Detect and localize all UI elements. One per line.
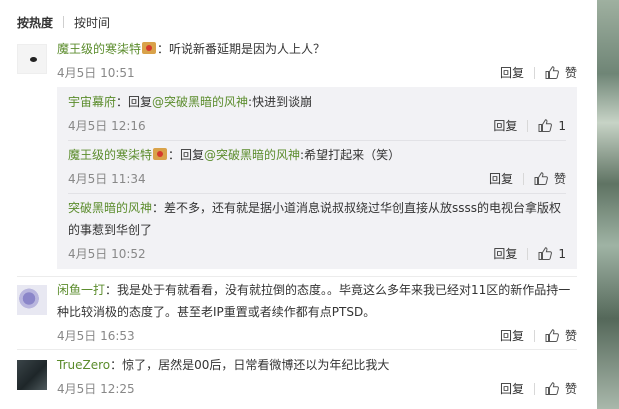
reply-item: 魔王级的寒柒特 ：回复@突破黑暗的风神:希望打起来（笑） 4月5日 11:34 回… (68, 146, 566, 186)
comment-body: TrueZero：惊了，居然是00后，日常看微博还以为年纪比我大 (57, 356, 389, 374)
comment-divider (17, 276, 577, 277)
like-button[interactable]: 赞 (565, 64, 577, 81)
comment-body-line2: 种比较消极的态度了。甚至老IP重置或者续作都有点PTSD。 (57, 303, 375, 321)
username[interactable]: 突破黑暗的风神 (68, 201, 152, 215)
action-divider (533, 382, 535, 395)
reply-text: :快进到谈崩 (248, 95, 313, 109)
action-divider (533, 66, 535, 79)
action-divider (527, 119, 529, 132)
sort-bar: 按热度 按时间 (17, 13, 110, 31)
action-divider (533, 329, 535, 342)
username[interactable]: 闲鱼一打 (57, 283, 105, 297)
comment-body: 魔王级的寒柒特 ：听说新番延期是因为人上人？ (57, 40, 325, 58)
avatar-mark (30, 57, 37, 62)
username[interactable]: 魔王级的寒柒特 (68, 148, 152, 162)
reply-button[interactable]: 回复 (493, 245, 517, 262)
comment-text: ：我是处于有就看看，没有就拉倒的态度。。毕竟这么多年来我已经对11区的新作品持一 (105, 283, 571, 297)
thumbs-up-icon[interactable] (538, 119, 553, 132)
comment-text: ：听说新番延期是因为人上人？ (157, 42, 326, 56)
avatar[interactable] (17, 285, 47, 315)
comment-actions: 回复 赞 (500, 327, 577, 344)
thumbs-up-icon[interactable] (545, 382, 559, 395)
reply-actions: 回复 赞 (489, 170, 566, 187)
reply-actions: 回复 1 (493, 117, 566, 134)
sort-by-hot[interactable]: 按热度 (17, 14, 53, 31)
reply-divider (68, 193, 566, 194)
reply-body: 突破黑暗的风神：差不多，还有就是据小道消息说叔叔绕过华创直接从放ssss的电视台… (68, 199, 561, 217)
reply-actions: 回复 1 (493, 245, 566, 262)
like-button[interactable]: 赞 (554, 170, 566, 187)
reply-button[interactable]: 回复 (500, 64, 524, 81)
like-button[interactable]: 赞 (565, 327, 577, 344)
reply-divider (68, 140, 566, 141)
reply-body: 宇宙幕府：回复@突破黑暗的风神:快进到谈崩 (68, 93, 312, 111)
thumbs-up-icon[interactable] (534, 172, 548, 185)
mention-link[interactable]: @突破黑暗的风神 (204, 148, 300, 162)
reply-list: 宇宙幕府：回复@突破黑暗的风神:快进到谈崩 4月5日 12:16 回复 1 魔王… (57, 87, 577, 269)
background-strip (597, 0, 619, 409)
comment: TrueZero：惊了，居然是00后，日常看微博还以为年纪比我大 4月5日 12… (17, 356, 577, 398)
reply-prefix: ：回复 (168, 148, 205, 162)
reply-body-line2: 的事惹到华创了 (68, 221, 152, 239)
member-badge-icon (142, 42, 157, 54)
avatar[interactable] (17, 44, 47, 74)
username[interactable]: 宇宙幕府 (68, 95, 116, 109)
like-count[interactable]: 1 (558, 247, 566, 261)
timestamp: 4月5日 12:25 (57, 382, 135, 396)
reply-button[interactable]: 回复 (489, 170, 513, 187)
sort-divider (63, 16, 65, 28)
thumbs-up-icon[interactable] (545, 329, 559, 342)
like-count[interactable]: 1 (558, 119, 566, 133)
thumbs-up-icon[interactable] (538, 247, 553, 260)
timestamp: 4月5日 12:16 (68, 119, 146, 133)
reply-item: 突破黑暗的风神：差不多，还有就是据小道消息说叔叔绕过华创直接从放ssss的电视台… (68, 199, 566, 261)
timestamp: 4月5日 11:34 (68, 172, 146, 186)
comment-divider (17, 349, 577, 350)
member-badge-icon (153, 148, 168, 160)
sort-by-time[interactable]: 按时间 (74, 14, 110, 31)
username[interactable]: 魔王级的寒柒特 (57, 42, 141, 56)
reply-prefix: ：回复 (116, 95, 153, 109)
reply-button[interactable]: 回复 (493, 117, 517, 134)
timestamp: 4月5日 10:52 (68, 247, 146, 261)
comment-actions: 回复 赞 (500, 64, 577, 81)
comment: 闲鱼一打：我是处于有就看看，没有就拉倒的态度。。毕竟这么多年来我已经对11区的新… (17, 281, 577, 343)
comment-body: 闲鱼一打：我是处于有就看看，没有就拉倒的态度。。毕竟这么多年来我已经对11区的新… (57, 281, 570, 299)
action-divider (527, 247, 529, 260)
reply-button[interactable]: 回复 (500, 327, 524, 344)
comment-text: 种比较消极的态度了。甚至老IP重置或者续作都有点PTSD。 (57, 305, 376, 319)
comment-actions: 回复 赞 (500, 380, 577, 397)
comment: 魔王级的寒柒特 ：听说新番延期是因为人上人？ 4月5日 10:51 回复 赞 (17, 40, 577, 82)
username[interactable]: TrueZero (57, 358, 110, 372)
timestamp: 4月5日 16:53 (57, 329, 135, 343)
comment-text: ：惊了，居然是00后，日常看微博还以为年纪比我大 (110, 358, 390, 372)
action-divider (522, 172, 524, 185)
avatar[interactable] (17, 360, 47, 390)
reply-text: ：差不多，还有就是据小道消息说叔叔绕过华创直接从放ssss的电视台拿版权 (152, 201, 562, 215)
reply-button[interactable]: 回复 (500, 380, 524, 397)
reply-body: 魔王级的寒柒特 ：回复@突破黑暗的风神:希望打起来（笑） (68, 146, 400, 164)
reply-item: 宇宙幕府：回复@突破黑暗的风神:快进到谈崩 4月5日 12:16 回复 1 (68, 93, 566, 133)
mention-link[interactable]: @突破黑暗的风神 (152, 95, 248, 109)
reply-text: 的事惹到华创了 (68, 223, 153, 237)
reply-text: :希望打起来（笑） (300, 148, 401, 162)
like-button[interactable]: 赞 (565, 380, 577, 397)
timestamp: 4月5日 10:51 (57, 66, 135, 80)
thumbs-up-icon[interactable] (545, 66, 559, 79)
